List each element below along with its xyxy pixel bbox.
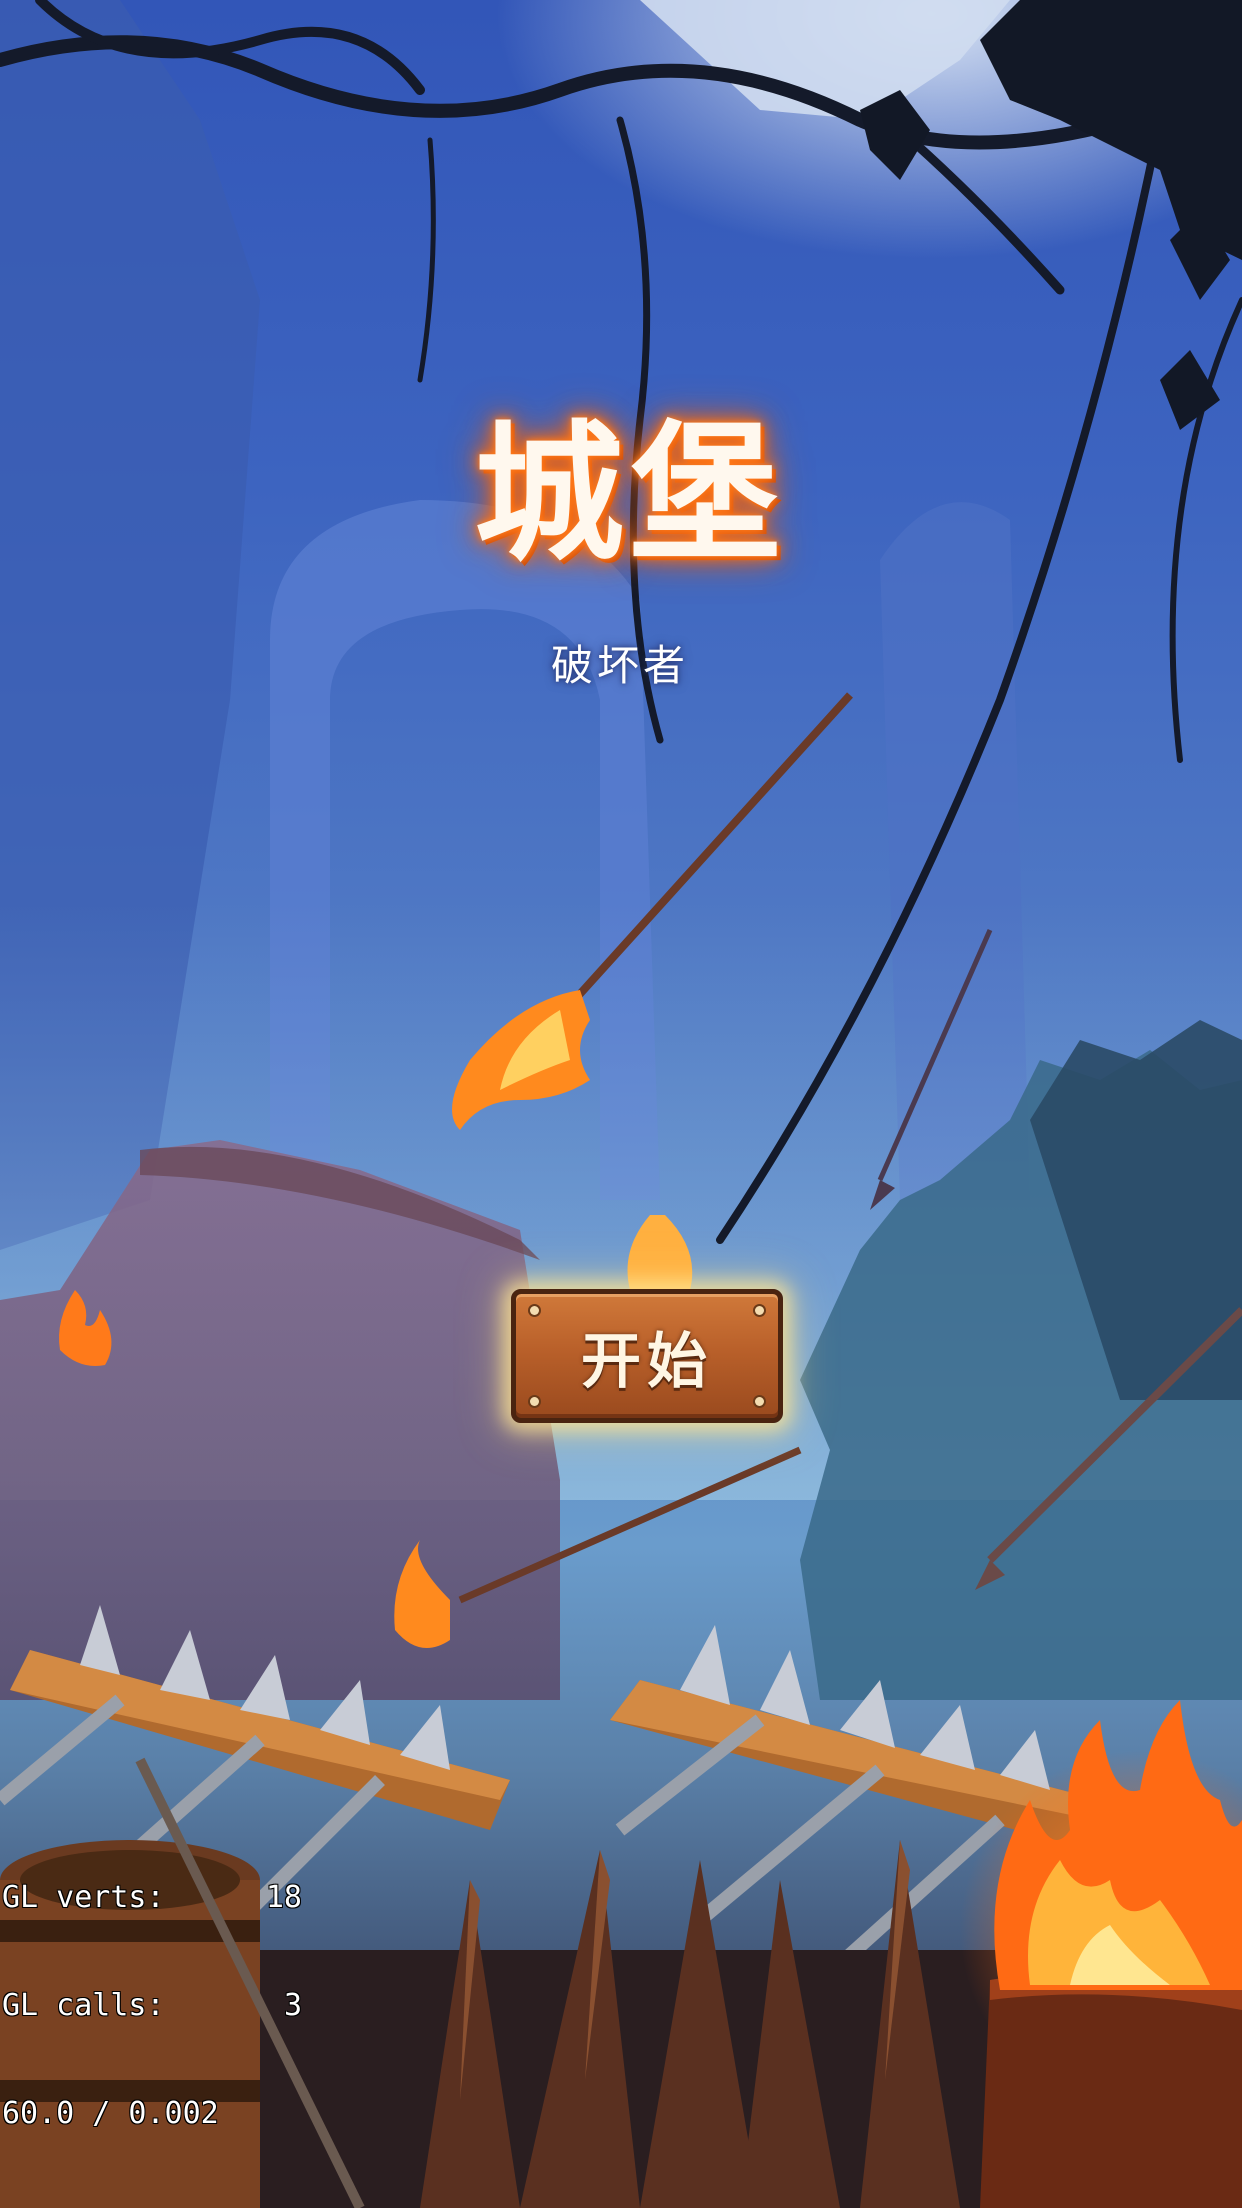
gl-verts-row: GL verts: 18 bbox=[2, 1880, 302, 1916]
gl-calls-label: GL calls: bbox=[2, 1988, 165, 2023]
game-subtitle: 破坏者 bbox=[550, 641, 689, 690]
nail-bottom-left bbox=[530, 1397, 539, 1406]
nail-bottom-right bbox=[755, 1397, 764, 1406]
gl-calls-value: 3 bbox=[283, 1988, 302, 2023]
debug-stats-overlay: GL verts: 18 GL calls: 3 60.0 / 0.002 bbox=[0, 1806, 322, 2208]
start-button-label: 开始 bbox=[581, 1326, 713, 1397]
nail-top-right bbox=[755, 1306, 764, 1315]
nail-top-left bbox=[530, 1306, 539, 1315]
gl-verts-label: GL verts: bbox=[2, 1880, 165, 1915]
game-screen: 城堡 破坏者 开始 GL verts: 18 GL calls: 3 60.0 … bbox=[0, 0, 1242, 2208]
gl-calls-row: GL calls: 3 bbox=[2, 1988, 302, 2024]
gl-verts-value: 18 bbox=[265, 1880, 302, 1915]
fps-readout: 60.0 / 0.002 bbox=[2, 2096, 219, 2131]
game-title: 城堡 bbox=[473, 408, 786, 582]
start-button[interactable]: 开始 bbox=[511, 1289, 783, 1423]
